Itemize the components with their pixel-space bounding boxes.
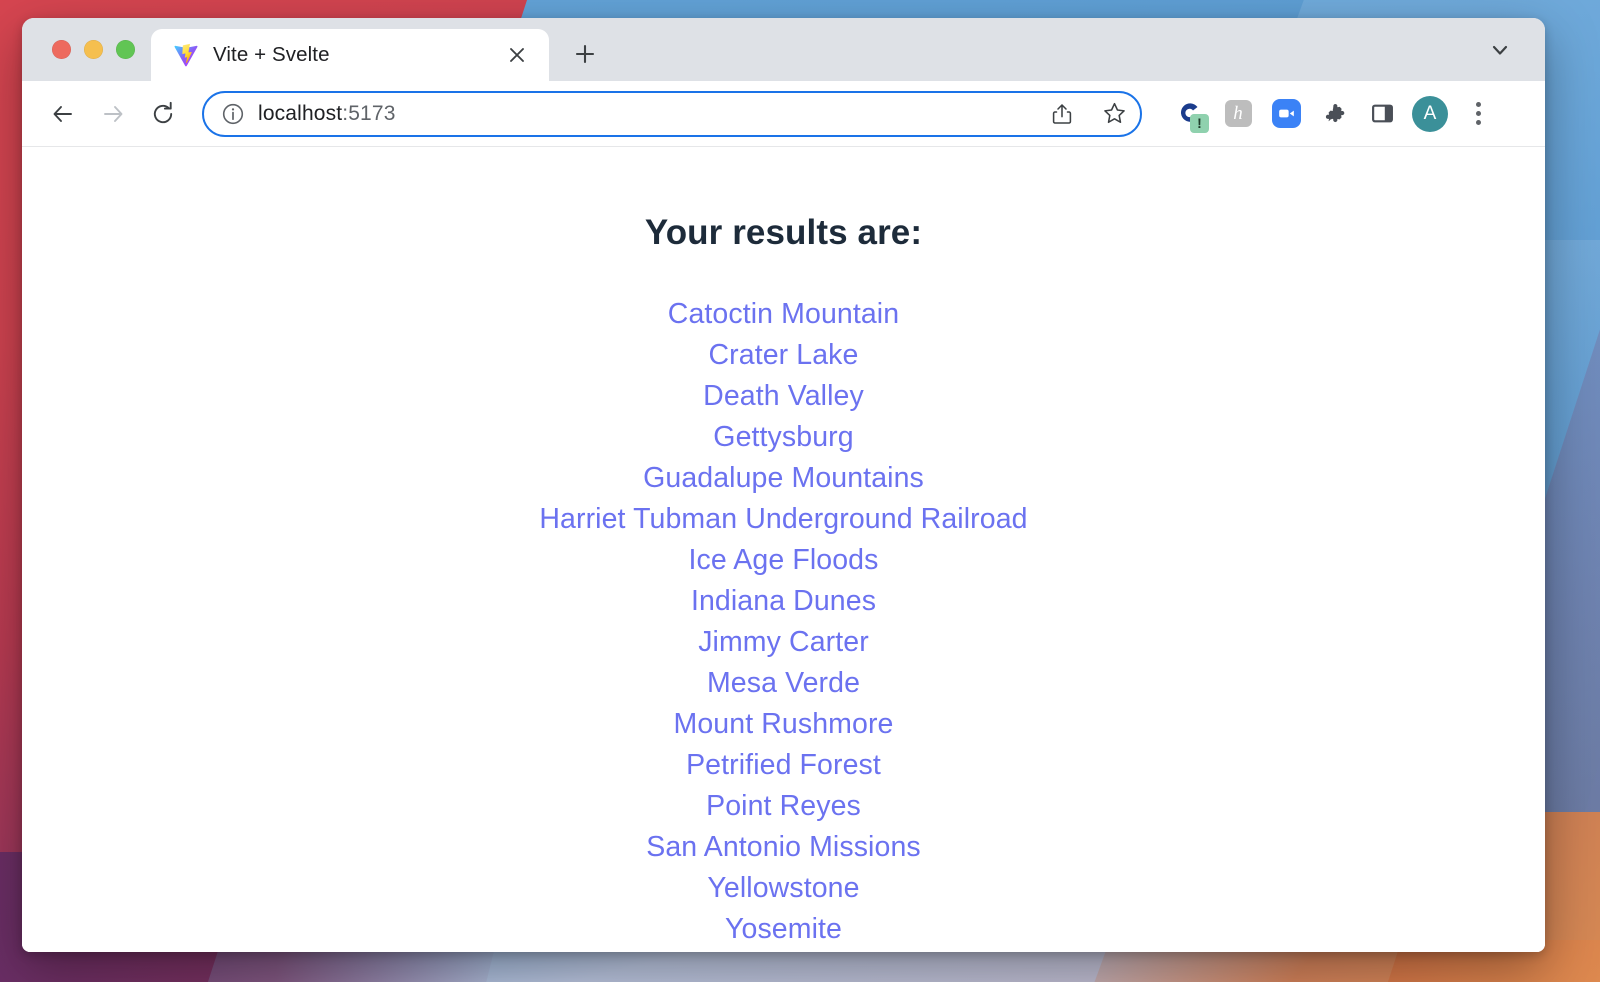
back-button[interactable] bbox=[38, 89, 88, 139]
vite-logo-icon bbox=[174, 43, 198, 67]
info-circle-icon[interactable] bbox=[220, 101, 246, 127]
list-item[interactable]: Mount Rushmore bbox=[22, 704, 1545, 745]
list-item[interactable]: San Antonio Missions bbox=[22, 827, 1545, 868]
results-list: Catoctin Mountain Crater Lake Death Valley… bbox=[22, 294, 1545, 950]
close-window-button[interactable] bbox=[52, 40, 71, 59]
side-panel-button[interactable] bbox=[1358, 90, 1406, 138]
zoom-badge bbox=[1271, 99, 1301, 128]
url-port: :5173 bbox=[342, 101, 396, 125]
zoom-extension-icon[interactable] bbox=[1262, 90, 1310, 138]
reload-button[interactable] bbox=[138, 89, 188, 139]
star-icon bbox=[1103, 102, 1125, 124]
list-item[interactable]: Harriet Tubman Underground Railroad bbox=[22, 499, 1545, 540]
kebab-menu-icon bbox=[1475, 102, 1481, 125]
list-item[interactable]: Jimmy Carter bbox=[22, 622, 1545, 663]
address-bar[interactable]: localhost:5173 bbox=[202, 90, 1142, 137]
tab-search-button[interactable] bbox=[1477, 28, 1523, 72]
profile-button[interactable]: A bbox=[1406, 90, 1454, 138]
plus-icon bbox=[575, 44, 595, 64]
page-content: Your results are: Catoctin Mountain Crate… bbox=[22, 147, 1545, 950]
maximize-window-button[interactable] bbox=[116, 40, 135, 59]
list-item[interactable]: Catoctin Mountain bbox=[22, 294, 1545, 335]
new-tab-button[interactable] bbox=[563, 32, 607, 76]
extensions-area: ! h A bbox=[1156, 90, 1502, 138]
url-host: localhost bbox=[258, 101, 343, 125]
avatar: A bbox=[1412, 95, 1448, 132]
hypothesis-glyph: h bbox=[1224, 100, 1252, 127]
browser-window: Vite + Svelte localhost:5173 ! h A Your … bbox=[22, 18, 1545, 952]
browser-toolbar: localhost:5173 ! h A bbox=[22, 81, 1545, 147]
close-tab-button[interactable] bbox=[503, 41, 531, 69]
address-bar-text[interactable]: localhost:5173 bbox=[258, 102, 1030, 126]
close-icon bbox=[510, 48, 524, 62]
reload-icon bbox=[153, 101, 173, 123]
tab-strip: Vite + Svelte bbox=[22, 18, 1545, 81]
bookmark-button[interactable] bbox=[1094, 94, 1134, 134]
puzzle-piece-icon bbox=[1325, 104, 1344, 123]
forward-arrow-icon bbox=[104, 105, 123, 122]
browser-menu-button[interactable] bbox=[1454, 90, 1502, 138]
list-item[interactable]: Indiana Dunes bbox=[22, 581, 1545, 622]
tab-title: Vite + Svelte bbox=[213, 43, 330, 66]
hypothesis-extension-icon[interactable]: h bbox=[1214, 90, 1262, 138]
extensions-puzzle-button[interactable] bbox=[1310, 90, 1358, 138]
list-item[interactable]: Point Reyes bbox=[22, 786, 1545, 827]
minimize-window-button[interactable] bbox=[84, 40, 103, 59]
list-item[interactable]: Yellowstone bbox=[22, 868, 1545, 909]
share-button[interactable] bbox=[1042, 94, 1082, 134]
share-icon bbox=[1052, 103, 1072, 124]
list-item[interactable]: Ice Age Floods bbox=[22, 540, 1545, 581]
list-item[interactable]: Crater Lake bbox=[22, 335, 1545, 376]
extension-ring-icon[interactable]: ! bbox=[1166, 90, 1214, 138]
extension-alert-badge: ! bbox=[1190, 113, 1209, 133]
list-item[interactable]: Yosemite bbox=[22, 909, 1545, 950]
list-item[interactable]: Death Valley bbox=[22, 376, 1545, 417]
window-controls bbox=[36, 18, 151, 81]
list-item[interactable]: Mesa Verde bbox=[22, 663, 1545, 704]
page-title: Your results are: bbox=[644, 213, 923, 252]
chevron-down-icon bbox=[1492, 45, 1508, 55]
page-viewport: Your results are: Catoctin Mountain Crate… bbox=[22, 147, 1545, 952]
side-panel-icon bbox=[1371, 104, 1393, 123]
forward-button[interactable] bbox=[88, 89, 138, 139]
video-camera-icon bbox=[1278, 109, 1294, 118]
back-arrow-icon bbox=[53, 105, 72, 122]
list-item[interactable]: Gettysburg bbox=[22, 417, 1545, 458]
list-item[interactable]: Petrified Forest bbox=[22, 745, 1545, 786]
tab-vite-svelte[interactable]: Vite + Svelte bbox=[151, 29, 549, 81]
list-item[interactable]: Guadalupe Mountains bbox=[22, 458, 1545, 499]
